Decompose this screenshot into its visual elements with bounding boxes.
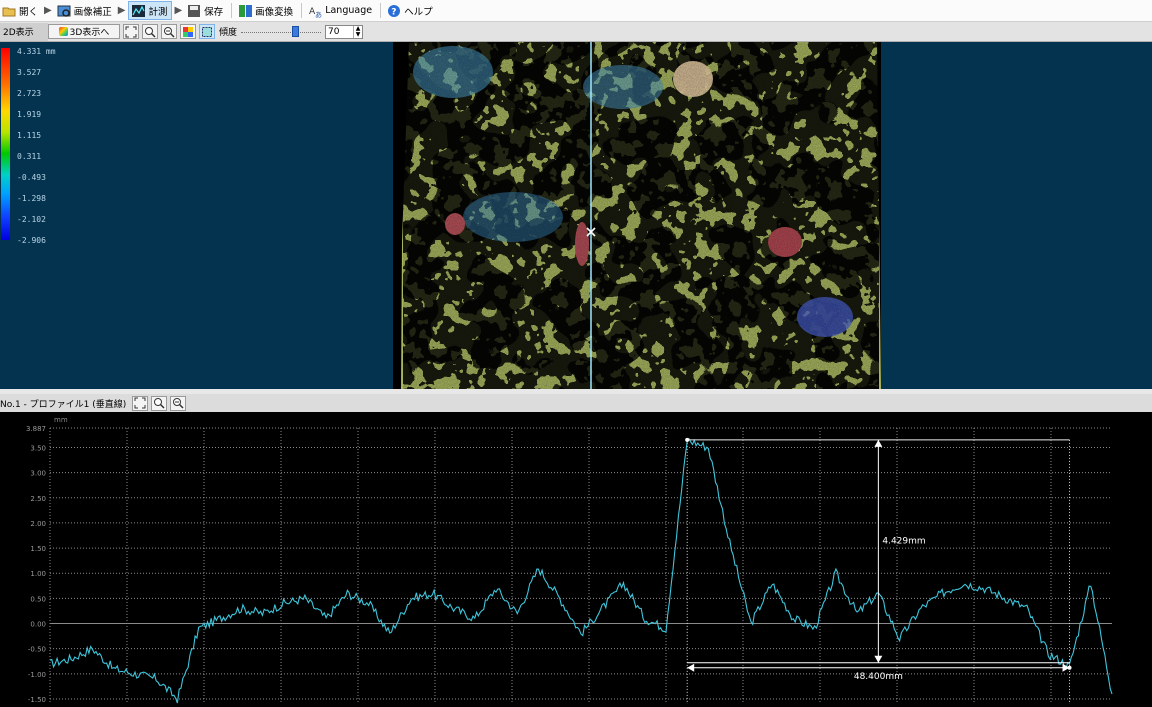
slider-track (241, 31, 322, 34)
y-tick-label: 2.50 (30, 495, 46, 503)
image-convert-icon (238, 4, 253, 18)
gain-stepper[interactable]: 70 ▲ ▼ (325, 24, 364, 39)
svg-text:あ: あ (315, 11, 322, 18)
range-select-icon (202, 26, 212, 37)
profile-fit-button[interactable] (132, 395, 149, 411)
help-icon: ? (387, 4, 402, 18)
slider-thumb[interactable] (292, 25, 300, 37)
gain-slider[interactable] (241, 25, 322, 39)
y-tick-label: -1.50 (28, 696, 46, 704)
profile-plot[interactable]: mm 3.887 3.50 3.00 2.50 2.00 1.50 1.00 0.50 0.00… (0, 412, 1152, 704)
width-measure-label: 48.400mm (854, 672, 903, 682)
toolbar-divider (231, 3, 233, 18)
measure-point[interactable] (1067, 665, 1072, 670)
folder-open-icon (2, 4, 17, 18)
y-tick-label: 1.50 (30, 545, 46, 553)
measure-icon (131, 4, 146, 18)
image-correct-icon (57, 4, 72, 18)
colorbar-tick-label: 4.331 mm (17, 47, 56, 56)
colorbar-tick-label: 1.919 (17, 110, 42, 119)
y-tick-label: 0.50 (30, 595, 46, 603)
colorbar-tick-label: -2.906 (17, 236, 46, 245)
language-icon: Aあ (308, 4, 323, 19)
tab-2d-view[interactable]: 2D表示 (0, 22, 48, 41)
main-toolbar: 開く ▶ 画像補正 ▶ 計測 ▶ 保存 画像変換 Aあ Language ? ヘ… (0, 0, 1152, 22)
height-measure-label: 4.429mm (882, 536, 925, 546)
gain-label: 傾度 (219, 28, 238, 38)
zoom-in-icon (164, 26, 175, 38)
image-correct-button[interactable]: 画像補正 (55, 1, 116, 20)
profile-zoom-out-button[interactable] (151, 395, 168, 411)
fit-view-button[interactable] (123, 24, 139, 39)
color-map-button[interactable] (180, 24, 196, 39)
y-tick-label: -0.50 (28, 646, 46, 654)
language-button[interactable]: Aあ Language (306, 1, 376, 20)
zoom-out-button[interactable] (142, 24, 158, 39)
svg-text:?: ? (391, 7, 396, 17)
y-tick-label: -1.00 (28, 671, 46, 679)
measure-button[interactable]: 計測 (128, 1, 173, 20)
image-convert-button[interactable]: 画像変換 (236, 1, 297, 20)
profile-title: No.1 - プロファイル1 (垂直線) (0, 399, 127, 410)
y-tick-label: 3.00 (30, 470, 46, 478)
toolbar-divider (301, 3, 303, 18)
y-tick-label: 2.00 (30, 520, 46, 528)
save-icon (187, 4, 202, 18)
zoom-out-icon (154, 398, 165, 409)
flow-arrow-icon: ▶ (174, 5, 183, 16)
height-map-image[interactable] (393, 42, 881, 389)
colorbar-tick-label: 2.723 (17, 89, 42, 98)
colorbar-tick-label: -1.298 (17, 194, 46, 203)
gain-value: 70 (328, 26, 340, 37)
2d-view-panel: 4.331 mm 3.527 2.723 1.919 1.115 0.311 -0.493 -… (0, 42, 1152, 389)
profile-toolbar: No.1 - プロファイル1 (垂直線) (0, 394, 1152, 412)
save-button[interactable]: 保存 (185, 1, 227, 20)
flow-arrow-icon: ▶ (117, 5, 126, 16)
help-button[interactable]: ? ヘルプ (385, 1, 437, 20)
colorbar-tick-label: 1.115 (17, 131, 42, 140)
colorbar-tick-label: 0.311 (17, 152, 42, 161)
y-unit-label: mm (54, 416, 68, 424)
colorbar-tick-label: -2.102 (17, 215, 46, 224)
open-button[interactable]: 開く (0, 1, 42, 20)
zoom-in-icon (173, 398, 184, 409)
y-tick-label: 0.00 (30, 621, 46, 629)
flow-arrow-icon: ▶ (44, 5, 52, 16)
colorbar-tick-label: -0.493 (17, 173, 46, 182)
height-colorbar (1, 48, 10, 240)
switch-3d-button[interactable]: 3D表示へ (48, 24, 120, 39)
color-map-icon (183, 26, 193, 37)
measure-point[interactable] (685, 437, 690, 442)
toolbar-divider (380, 3, 382, 18)
cube-icon (58, 27, 68, 36)
y-tick-label: 1.00 (30, 570, 46, 578)
colorbar-tick-label: 3.527 (17, 68, 42, 77)
height-map-canvas (401, 42, 881, 389)
fit-view-icon (134, 397, 146, 409)
y-tick-label: 3.50 (30, 444, 46, 452)
stepper-arrows-icon[interactable]: ▲ ▼ (353, 25, 362, 38)
range-select-button[interactable] (199, 24, 215, 39)
zoom-in-button[interactable] (161, 24, 177, 39)
y-tick-label: 3.887 (26, 425, 46, 433)
view-toolbar: 2D表示 3D表示へ 傾度 70 ▲ ▼ (0, 22, 1152, 42)
profile-zoom-in-button[interactable] (170, 395, 187, 411)
zoom-out-icon (145, 26, 156, 38)
fit-view-icon (125, 26, 137, 37)
